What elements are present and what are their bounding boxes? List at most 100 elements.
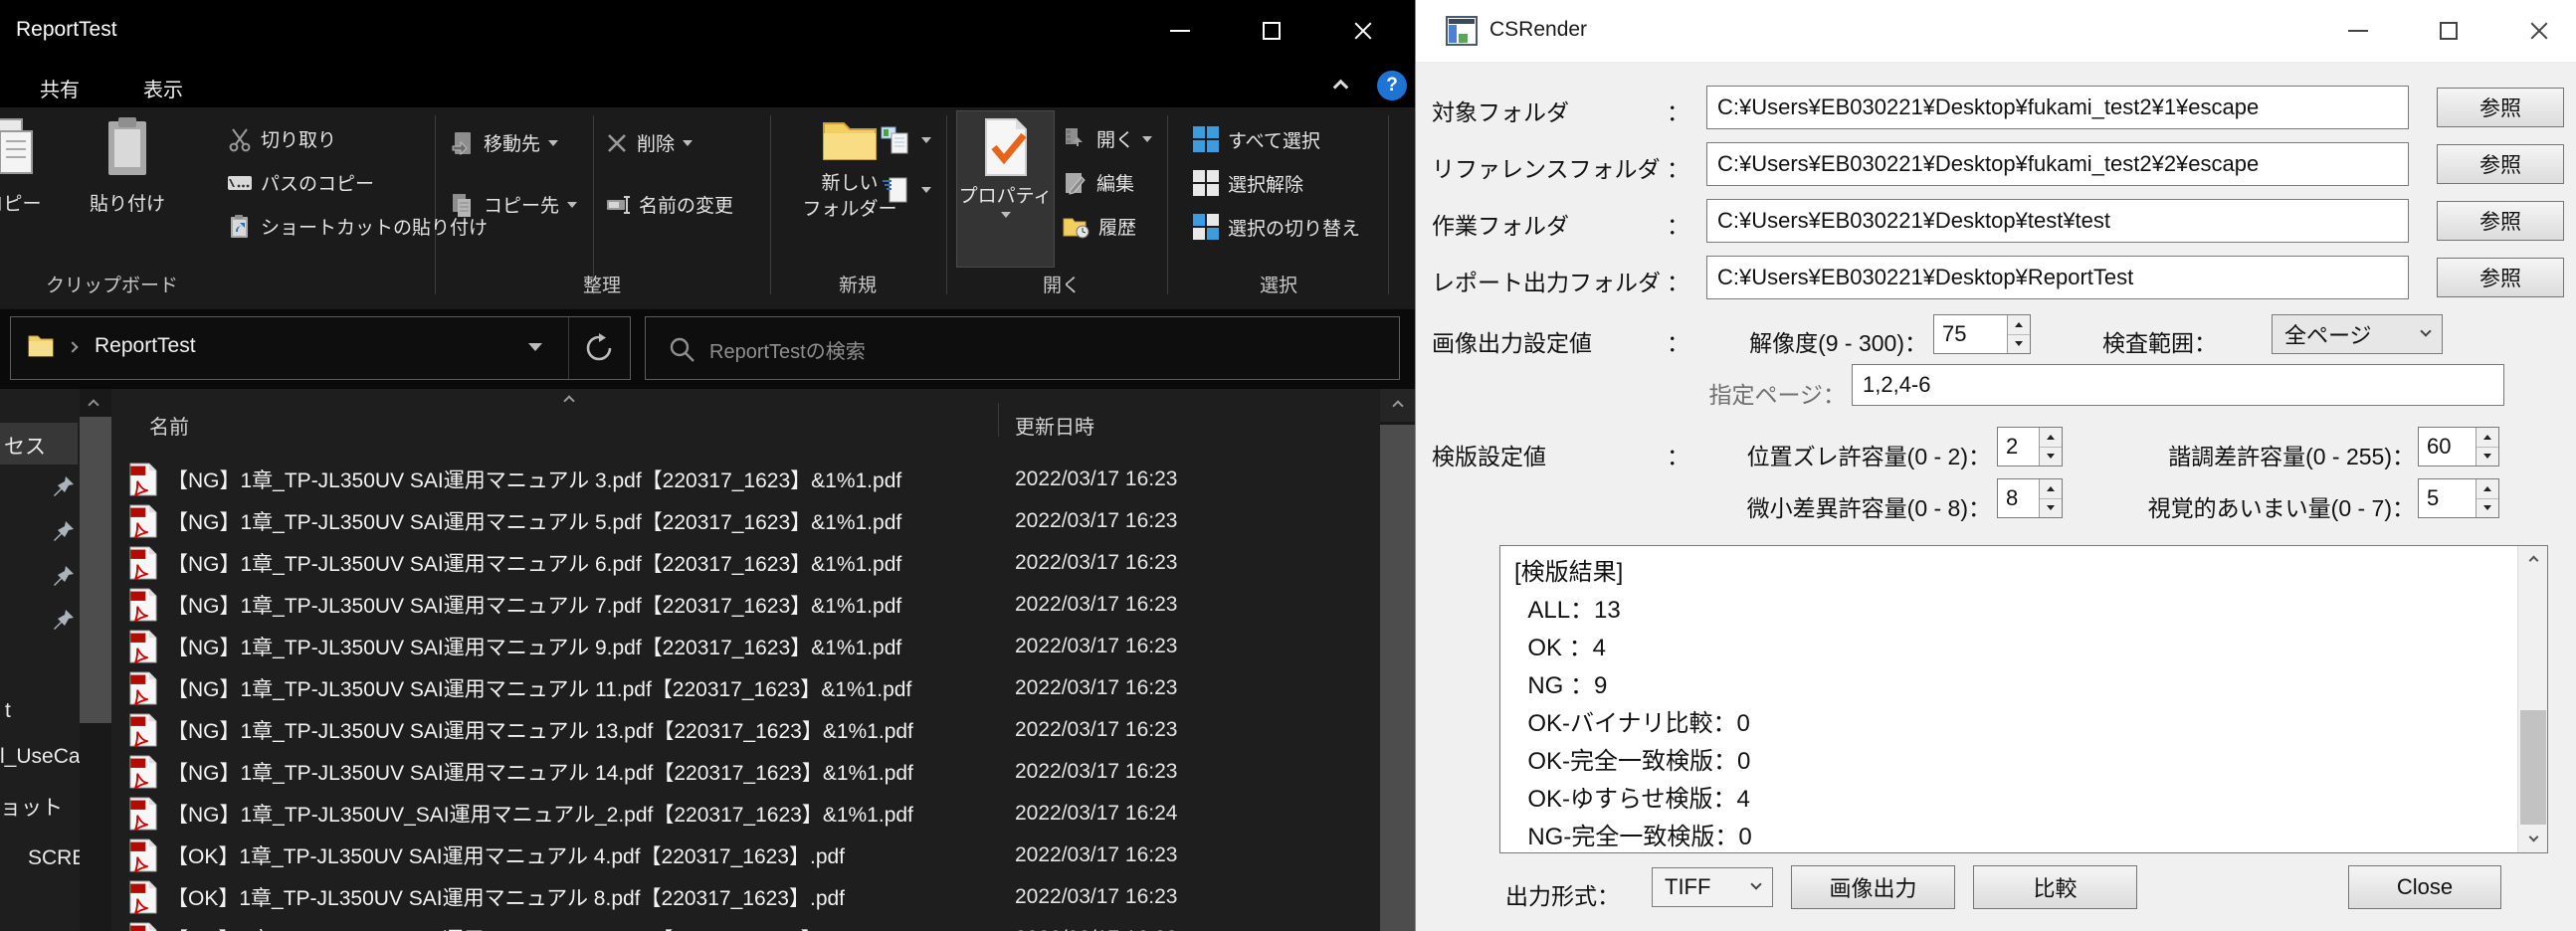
scope-select[interactable]: 全ページ (2272, 314, 2443, 354)
collapse-ribbon-button[interactable] (1335, 80, 1346, 97)
search-bar[interactable]: ReportTestの検索 (645, 316, 1400, 380)
spin-up-icon[interactable] (2008, 315, 2030, 334)
file-list-scrollbar[interactable] (1380, 389, 1415, 931)
file-row[interactable]: 【NG】1章_TP-JL350UV_SAI運用マニュアル_2.pdf【22031… (0, 793, 1379, 835)
tab-view[interactable]: 表示 (137, 72, 189, 104)
dropdown-arrow-icon (921, 137, 931, 143)
paste-shortcut-button[interactable]: ショートカットの貼り付け (227, 213, 488, 240)
minor-diff-tolerance-spinner[interactable]: 8 (1997, 478, 2063, 518)
address-bar[interactable]: ReportTest (10, 316, 631, 380)
copy-path-button[interactable]: パスのコピー (227, 169, 374, 196)
close-dialog-button[interactable]: Close (2348, 865, 2501, 909)
dialog-maximize-button[interactable] (2414, 0, 2483, 62)
spin-down-icon[interactable] (2008, 334, 2030, 354)
spinner-buttons[interactable] (2476, 479, 2498, 517)
spin-down-icon[interactable] (2040, 447, 2062, 466)
pages-input[interactable]: 1,2,4-6 (1852, 364, 2504, 406)
select-all-button[interactable]: すべて選択 (1192, 125, 1320, 153)
report-folder-input[interactable]: C:¥Users¥EB030221¥Desktop¥ReportTest (1706, 256, 2409, 299)
file-row[interactable]: 【NG】1章_TP-JL350UV SAI運用マニュアル 9.pdf【22031… (0, 626, 1379, 667)
results-scrollbar-thumb[interactable] (2520, 710, 2546, 825)
file-row[interactable]: 【NG】1章_TP-JL350UV SAI運用マニュアル 14.pdf【2203… (0, 751, 1379, 793)
file-row[interactable]: 【NG】1章_TP-JL350UV SAI運用マニュアル 6.pdf【22031… (0, 542, 1379, 584)
reference-folder-browse-button[interactable]: 参照 (2437, 144, 2564, 184)
compare-button[interactable]: 比較 (1973, 865, 2137, 909)
inspection-results-text: [検版結果] ALL：13 OK ：4 NG ：9 OK-バイナリ比較：0 OK… (1514, 554, 1752, 853)
select-group-label: 選択 (1204, 271, 1353, 297)
file-row[interactable]: 【NG】1章_TP-JL350UV SAI運用マニュアル 3.pdf【22031… (0, 459, 1379, 500)
spin-up-icon[interactable] (2477, 428, 2498, 447)
resolution-spinner[interactable]: 75 (1933, 314, 2031, 354)
sidebar-item-label[interactable]: セス (4, 431, 46, 461)
address-row: ReportTest ReportTestの検索 (0, 309, 1415, 389)
search-input[interactable]: ReportTestの検索 (709, 335, 866, 364)
dialog-minimize-button[interactable] (2323, 0, 2393, 62)
copy-to-button[interactable]: コピー先 (450, 191, 577, 218)
work-folder-input[interactable]: C:¥Users¥EB030221¥Desktop¥test¥test (1706, 199, 2409, 243)
file-row[interactable]: 【NG】1章_TP-JL350UV SAI運用マニュアル 7.pdf【22031… (0, 584, 1379, 626)
spinner-buttons[interactable] (2039, 428, 2062, 466)
properties-button[interactable]: プロパティ (957, 111, 1054, 267)
column-separator[interactable] (998, 403, 999, 437)
report-folder-browse-button[interactable]: 参照 (2437, 258, 2564, 297)
invert-selection-button[interactable]: 選択の切り替え (1192, 213, 1360, 241)
target-folder-input[interactable]: C:¥Users¥EB030221¥Desktop¥fukami_test2¥1… (1706, 86, 2409, 129)
move-to-button[interactable]: 移動先 (450, 129, 558, 156)
dialog-close-button[interactable] (2504, 0, 2574, 62)
file-row[interactable]: 【OK】1章_TP-JL350UV SAI運用マニュアル 4.pdf【22031… (0, 835, 1379, 876)
spin-down-icon[interactable] (2477, 498, 2498, 518)
refresh-icon[interactable] (584, 333, 614, 363)
spinner-buttons[interactable] (2039, 479, 2062, 517)
scroll-up-button[interactable] (2518, 546, 2548, 574)
column-header-name[interactable]: 名前 (149, 411, 189, 440)
file-row[interactable]: 【NG】1章_TP-JL350UV SAI運用マニュアル 13.pdf【2203… (0, 709, 1379, 751)
tab-share[interactable]: 共有 (34, 72, 86, 104)
file-list-scrollbar-thumb[interactable] (1380, 425, 1415, 931)
easy-access-button[interactable] (880, 173, 931, 207)
spin-down-icon[interactable] (2477, 447, 2498, 466)
spin-up-icon[interactable] (2040, 428, 2062, 447)
new-item-button[interactable] (880, 123, 931, 157)
edit-button[interactable]: 編集 (1063, 169, 1134, 196)
file-row[interactable]: 【OK】1章_TP-JL350UV SAI運用マニュアル 10.pdf【2203… (0, 918, 1379, 931)
inspection-results-box[interactable]: [検版結果] ALL：13 OK ：4 NG ：9 OK-バイナリ比較：0 OK… (1499, 545, 2548, 853)
file-row[interactable]: 【OK】1章_TP-JL350UV SAI運用マニュアル 8.pdf【22031… (0, 876, 1379, 918)
help-button[interactable]: ? (1377, 71, 1407, 100)
address-dropdown-icon[interactable] (528, 343, 542, 351)
scroll-up-button[interactable] (1380, 389, 1415, 422)
image-output-button[interactable]: 画像出力 (1791, 865, 1955, 909)
spin-up-icon[interactable] (2477, 479, 2498, 498)
open-button[interactable]: 開く (1063, 125, 1152, 152)
spinner-buttons[interactable] (2007, 315, 2030, 353)
paste-icon (100, 115, 154, 181)
delete-button[interactable]: 削除 (605, 129, 693, 156)
cut-button[interactable]: 切り取り (227, 125, 336, 152)
explorer-window: ReportTest 共有 表示 ? コピー (0, 0, 1415, 931)
output-format-select[interactable]: TIFF (1652, 867, 1773, 907)
deselect-button[interactable]: 選択解除 (1192, 169, 1303, 197)
reference-folder-input[interactable]: C:¥Users¥EB030221¥Desktop¥fukami_test2¥2… (1706, 142, 2409, 186)
spin-down-icon[interactable] (2040, 498, 2062, 518)
breadcrumb[interactable]: ReportTest (95, 334, 196, 358)
rename-button[interactable]: 名前の変更 (605, 191, 733, 218)
column-header-date[interactable]: 更新日時 (1015, 411, 1094, 440)
scroll-up-icon[interactable] (88, 399, 99, 410)
explorer-maximize-button[interactable] (1237, 0, 1306, 62)
paste-button[interactable]: 貼り付け (78, 115, 177, 216)
spin-up-icon[interactable] (2040, 479, 2062, 498)
history-button[interactable]: 履歴 (1063, 213, 1136, 240)
tone-tolerance-spinner[interactable]: 60 (2418, 427, 2499, 466)
ribbon-divider (1388, 115, 1389, 294)
spinner-buttons[interactable] (2476, 428, 2498, 466)
scroll-down-button[interactable] (2518, 825, 2548, 852)
target-folder-browse-button[interactable]: 参照 (2437, 88, 2564, 127)
file-row[interactable]: 【NG】1章_TP-JL350UV SAI運用マニュアル 11.pdf【2203… (0, 667, 1379, 709)
visual-ambiguity-spinner[interactable]: 5 (2418, 478, 2499, 518)
explorer-close-button[interactable] (1328, 0, 1398, 62)
offset-tolerance-spinner[interactable]: 2 (1997, 427, 2063, 466)
explorer-minimize-button[interactable] (1145, 0, 1215, 62)
work-folder-browse-button[interactable]: 参照 (2437, 201, 2564, 241)
file-row[interactable]: 【NG】1章_TP-JL350UV SAI運用マニュアル 5.pdf【22031… (0, 500, 1379, 542)
copy-button[interactable]: コピー (0, 115, 68, 216)
results-scrollbar[interactable] (2517, 546, 2547, 852)
